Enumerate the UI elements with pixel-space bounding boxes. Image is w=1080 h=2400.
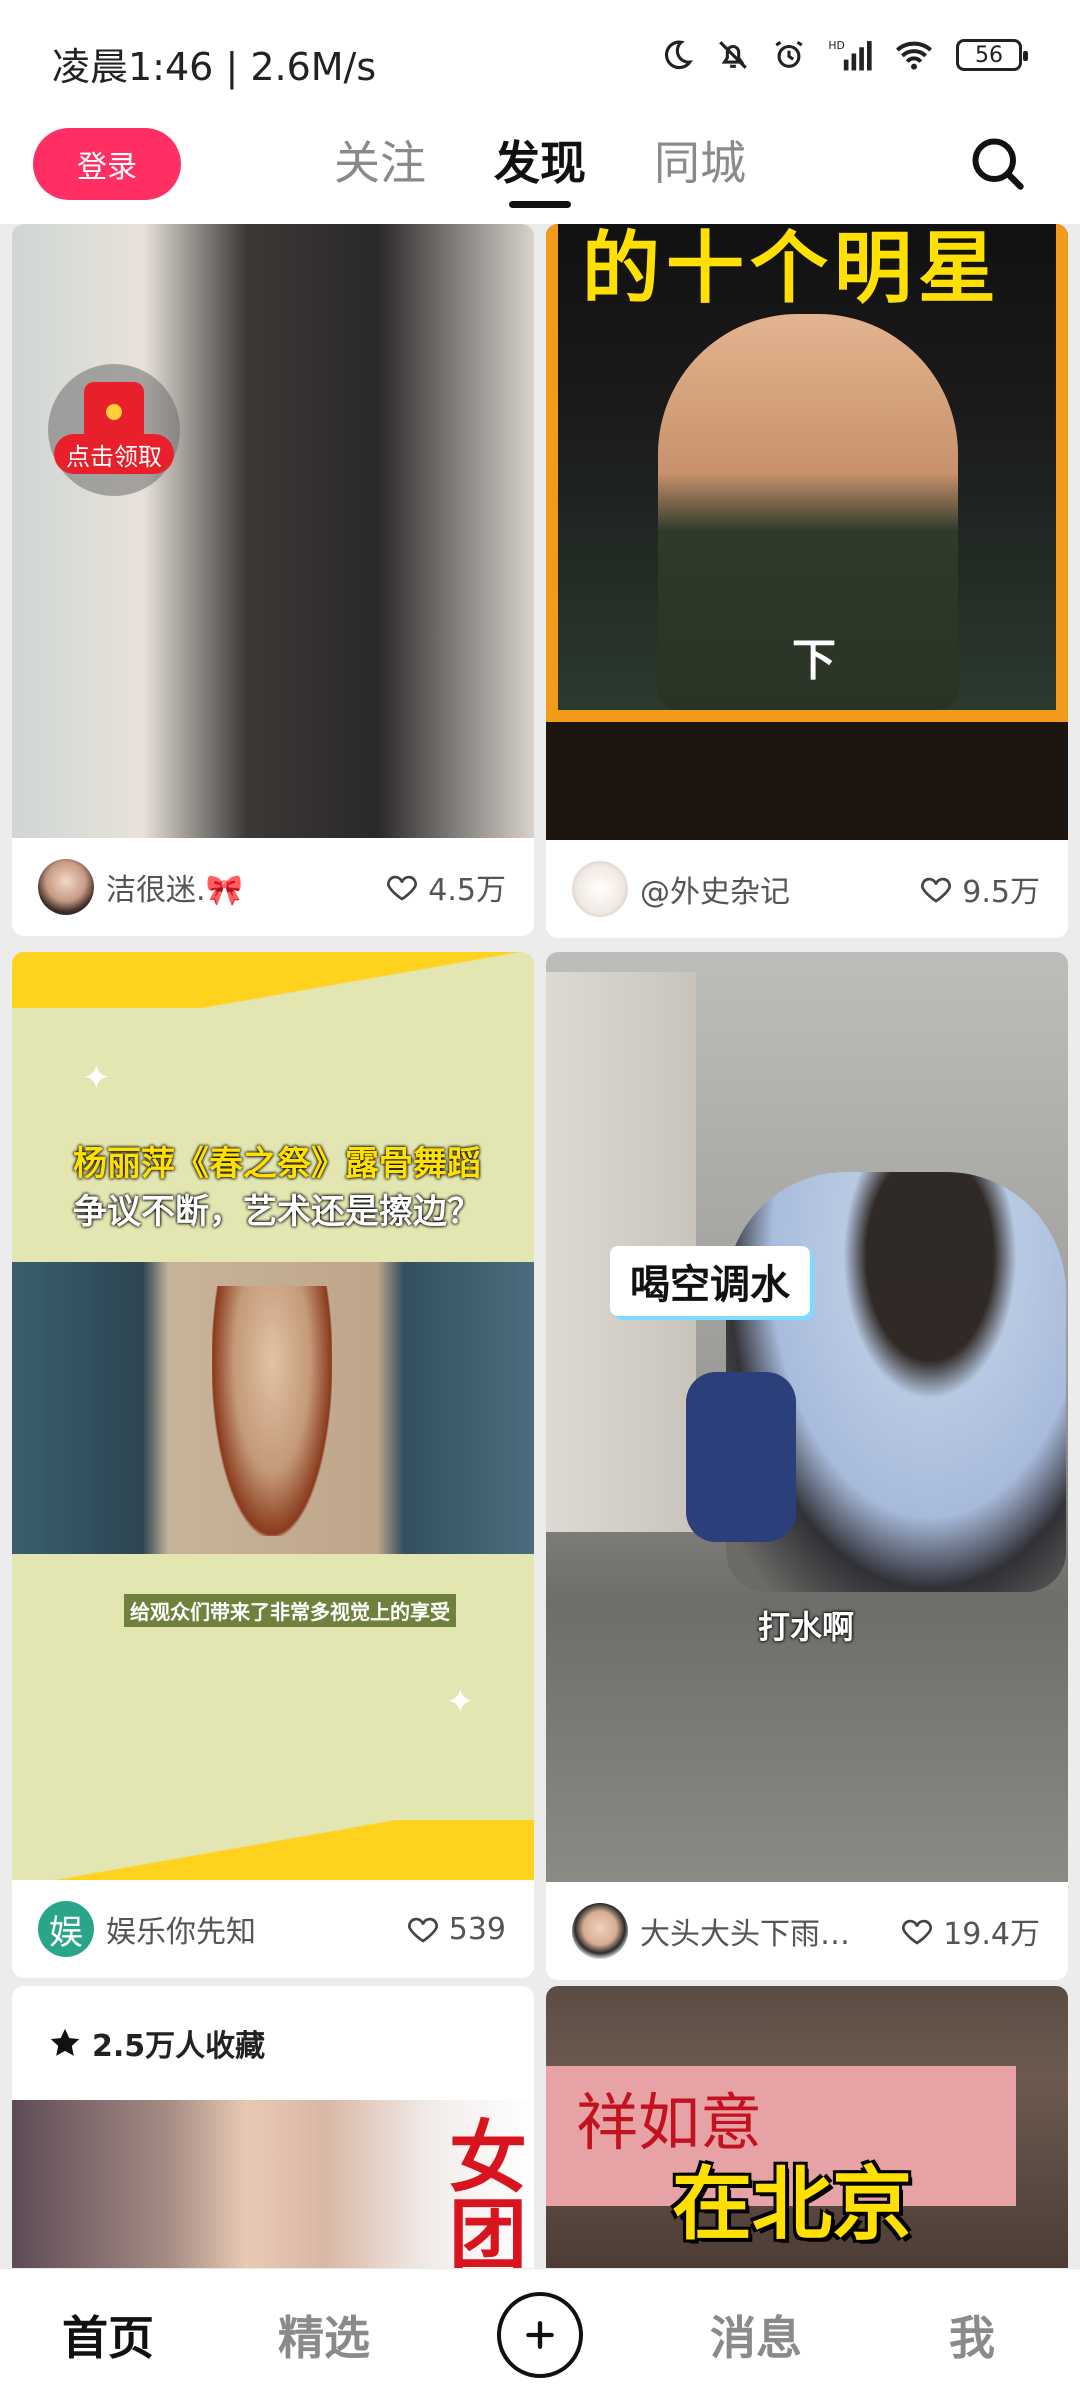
like-count[interactable]: 19.4万 (899, 1909, 1040, 1953)
card-meta: @外史杂记 9.5万 (546, 840, 1068, 938)
overlay-title-line: 杨丽萍《春之祭》露骨舞蹈 (73, 1144, 481, 1184)
bell-off-icon (719, 41, 747, 69)
overlay-title-line: 争议不断，艺术还是擦边？ (73, 1192, 481, 1232)
collect-banner: 2.5万人收藏 (12, 1986, 534, 2100)
author-name[interactable]: 大头大头下雨… (640, 1909, 899, 1953)
feed-card[interactable]: 点击领取 洁很迷.🎀 4.5万 (12, 224, 534, 936)
nav-me[interactable]: 我 (864, 2302, 1080, 2368)
nav-messages[interactable]: 消息 (648, 2302, 864, 2368)
battery-level: 56 (975, 42, 1003, 68)
overlay-title: 杨丽萍《春之祭》露骨舞蹈 争议不断，艺术还是擦边？ (52, 1140, 502, 1236)
like-count-value: 19.4万 (943, 1917, 1040, 1952)
heart-icon (407, 1917, 438, 1943)
tab-follow[interactable]: 关注 (334, 128, 426, 208)
red-packet-label: 点击领取 (54, 434, 174, 474)
video-thumbnail[interactable]: 点击领取 (12, 224, 534, 838)
bottom-nav: 首页 精选 消息 我 (0, 2268, 1080, 2400)
overlay-subtitle: 给观众们带来了非常多视觉上的享受 (124, 1594, 456, 1627)
wifi-icon (896, 41, 932, 70)
video-thumbnail[interactable]: 的十个明星 下 (546, 224, 1068, 840)
star-icon (50, 2028, 80, 2056)
overlay-tag: 下 (792, 635, 836, 686)
like-count[interactable]: 9.5万 (918, 867, 1040, 911)
top-tabs: 关注 发现 同城 (0, 128, 1080, 208)
network-speed: | 2.6M/s (225, 45, 377, 89)
sparkle-icon: ✦ (82, 1058, 111, 1098)
status-icons: HD 56 (660, 38, 1028, 72)
clock: 凌晨1:46 (52, 45, 214, 89)
avatar[interactable] (572, 861, 628, 917)
signal-icon: HD (828, 39, 872, 71)
thumbnail-frame: 的十个明星 下 (546, 224, 1068, 722)
overlay-subtitle: 打水啊 (758, 1608, 855, 1646)
overlay-title: 在北京 (672, 2158, 912, 2251)
feed-card[interactable]: 2.5万人收藏 女团 (12, 1986, 534, 2268)
svg-text:HD: HD (828, 39, 844, 52)
alarm-icon (775, 40, 803, 68)
author-name[interactable]: 洁很迷.🎀 (106, 865, 384, 909)
search-icon[interactable] (968, 134, 1028, 194)
heart-icon (387, 875, 418, 901)
video-thumbnail[interactable]: ✦ 杨丽萍《春之祭》露骨舞蹈 争议不断，艺术还是擦边？ 给观众们带来了非常多视觉… (12, 952, 534, 1880)
nav-create[interactable] (432, 2291, 648, 2378)
card-meta: 大头大头下雨… 19.4万 (546, 1882, 1068, 1980)
feed-card[interactable]: 喝空调水 打水啊 大头大头下雨… 19.4万 (546, 952, 1068, 1980)
status-time: 凌晨1:46 | 2.6M/s (52, 36, 376, 91)
tab-local[interactable]: 同城 (654, 128, 746, 208)
decorative-stripe (12, 1820, 534, 1880)
tab-discover[interactable]: 发现 (494, 128, 586, 208)
dancer-figure (212, 1286, 332, 1536)
avatar[interactable] (38, 859, 94, 915)
decorative-stripe (12, 952, 534, 1008)
feed-card[interactable]: ✦ 杨丽萍《春之祭》露骨舞蹈 争议不断，艺术还是擦边？ 给观众们带来了非常多视觉… (12, 952, 534, 1978)
heart-icon (921, 877, 952, 903)
like-count[interactable]: 539 (405, 1911, 506, 1947)
battery-icon: 56 (956, 39, 1028, 71)
feed-card[interactable]: 的十个明星 下 @外史杂记 9.5万 (546, 224, 1068, 938)
feed-card[interactable]: 祥如意 在北京 (546, 1986, 1068, 2268)
top-nav: 登录 关注 发现 同城 (0, 118, 1080, 224)
plus-icon[interactable] (497, 2291, 583, 2378)
like-count-value: 9.5万 (962, 875, 1040, 910)
author-name[interactable]: 娱乐你先知 (106, 1907, 405, 1951)
overlay-title: 女团 (436, 2116, 526, 2268)
avatar-glyph: 娱 (49, 1912, 83, 1953)
nav-featured[interactable]: 精选 (216, 2302, 432, 2368)
overlay-caption: 喝空调水 (610, 1246, 810, 1316)
like-count-value: 4.5万 (428, 873, 506, 908)
video-still (12, 1262, 534, 1554)
card-meta: 娱 娱乐你先知 539 (12, 1880, 534, 1978)
red-envelope-icon (84, 382, 144, 442)
status-bar: 凌晨1:46 | 2.6M/s HD 56 (0, 0, 1080, 118)
heart-icon (902, 1919, 933, 1945)
author-name[interactable]: @外史杂记 (640, 867, 918, 911)
video-thumbnail[interactable]: 喝空调水 打水啊 (546, 952, 1068, 1882)
feed-grid: 点击领取 洁很迷.🎀 4.5万 的十个明星 下 @外史杂记 9.5万 ✦ 杨丽萍… (12, 224, 1068, 2268)
like-count-value: 539 (448, 1911, 506, 1947)
like-count[interactable]: 4.5万 (384, 865, 506, 909)
water-bottle-image (686, 1372, 796, 1542)
card-meta: 洁很迷.🎀 4.5万 (12, 838, 534, 936)
sparkle-icon: ✦ (446, 1682, 475, 1722)
thumbnail-image: 的十个明星 下 (558, 224, 1056, 710)
collect-count: 2.5万人收藏 (92, 2029, 266, 2064)
avatar[interactable] (572, 1903, 628, 1959)
video-thumbnail[interactable]: 女团 (12, 2100, 534, 2268)
video-thumbnail[interactable]: 祥如意 在北京 (546, 1986, 1068, 2268)
red-packet-badge[interactable]: 点击领取 (48, 364, 180, 496)
nav-home[interactable]: 首页 (0, 2302, 216, 2368)
moon-icon (664, 40, 693, 70)
overlay-title: 的十个明星 (582, 224, 1003, 314)
avatar[interactable]: 娱 (38, 1901, 94, 1957)
